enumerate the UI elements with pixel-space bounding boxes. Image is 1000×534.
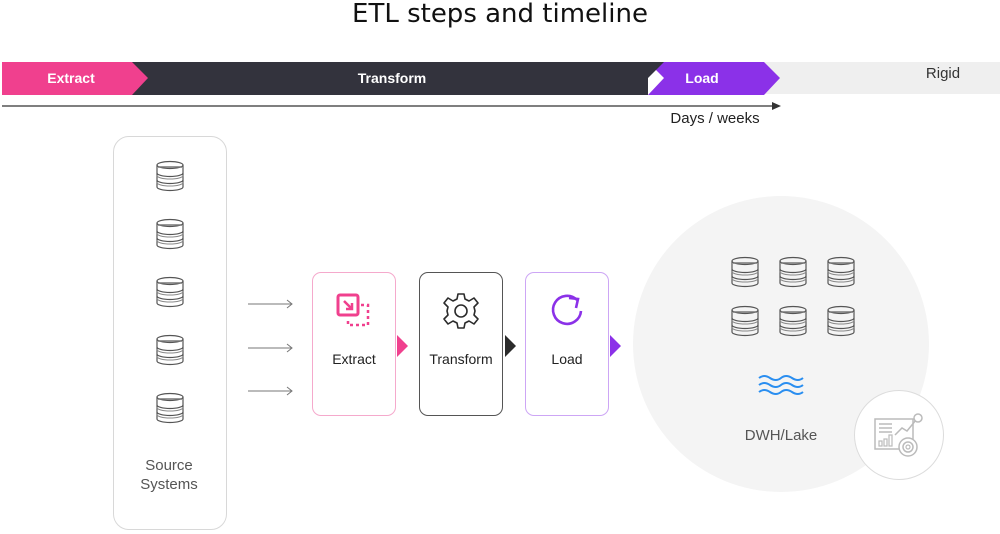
database-icon (827, 305, 855, 337)
step-label-load: Load (551, 351, 583, 367)
timeline-axis-label: Days / weeks (670, 110, 760, 127)
extract-icon (336, 293, 370, 327)
step-arrow-transform (505, 335, 516, 357)
database-icon (156, 160, 184, 192)
flow-arrow (248, 386, 293, 396)
step-label-transform: Transform (429, 351, 493, 367)
step-arrow-load (610, 335, 621, 357)
timeline-label-extract: Extract (47, 70, 95, 86)
timeline-label-transform: Transform (357, 70, 427, 86)
source-systems-label-line2: Systems (140, 476, 198, 493)
database-icon (156, 392, 184, 424)
refresh-icon (551, 294, 583, 326)
step-card-transform: Transform (419, 272, 503, 416)
database-icon (731, 305, 759, 337)
step-card-load: Load (525, 272, 609, 416)
source-systems-label: Source Systems (113, 456, 225, 494)
step-card-extract: Extract (312, 272, 396, 416)
database-icon (156, 276, 184, 308)
gear-icon (443, 293, 479, 329)
water-waves-icon (758, 375, 804, 395)
analytics-dashboard-icon (874, 413, 923, 457)
database-icon (156, 218, 184, 250)
database-icon (827, 256, 855, 288)
step-label-extract: Extract (332, 351, 376, 367)
database-icon (779, 305, 807, 337)
flow-arrow (248, 343, 293, 353)
database-icon (156, 334, 184, 366)
flow-arrow (248, 299, 293, 309)
timeline-label-load: Load (685, 70, 719, 86)
source-systems-label-line1: Source (145, 457, 193, 474)
analytics-circle (854, 390, 944, 480)
step-arrow-extract (397, 335, 408, 357)
database-icon (731, 256, 759, 288)
timeline-label-rigid: Rigid (925, 65, 961, 82)
timeline-axis-arrowhead (772, 102, 781, 110)
database-icon (779, 256, 807, 288)
